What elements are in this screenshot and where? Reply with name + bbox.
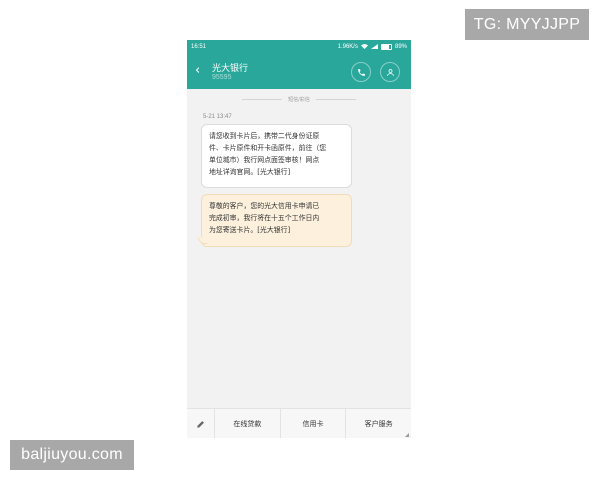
message-line: 单位城市）我行网点面签审核！网点 — [209, 156, 320, 164]
message-timestamp: 5-21 13:47 — [203, 114, 232, 120]
chevron-left-icon[interactable]: ‹ — [195, 63, 200, 78]
message-line: 完成初审，我行将在十五个工作日内 — [209, 214, 320, 222]
divider-label: 短信/彩信 — [288, 96, 310, 103]
conversation-header: ‹ 光大银行 95595 — [187, 53, 411, 89]
status-bar: 16:51 1.96K/s 89% — [187, 40, 411, 53]
divider-line-left — [242, 98, 283, 100]
message-line: 地址详询官网。[光大银行] — [209, 168, 291, 176]
contact-number: 95595 — [212, 74, 232, 81]
battery-icon — [380, 43, 392, 50]
message-bubble-highlighted[interactable]: 尊敬的客户，您的光大信用卡申请已 完成初审，我行将在十五个工作日内 为您寄送卡片… — [197, 194, 352, 247]
message-line: 件、卡片原件和开卡函原件，前往（您 — [209, 144, 327, 152]
bottom-menu: 在线贷款 信用卡 客户服务 — [187, 408, 411, 438]
menu-online-loan[interactable]: 在线贷款 — [215, 409, 281, 438]
menu-customer-service[interactable]: 客户服务 — [346, 409, 411, 438]
bubble-tail — [197, 237, 208, 244]
submenu-indicator-icon — [405, 433, 410, 437]
signal-icon — [370, 44, 378, 49]
call-button[interactable] — [351, 62, 371, 82]
contact-details-button[interactable] — [380, 62, 400, 82]
divider-line-right — [315, 98, 356, 100]
menu-customer-service-label: 客户服务 — [364, 420, 393, 428]
message-line: 尊敬的客户，您的光大信用卡申请已 — [209, 202, 320, 210]
battery-level: 89% — [394, 43, 407, 50]
message-bubble[interactable]: 请您收到卡片后，携带二代身份证原 件、卡片原件和开卡函原件，前往（您 单位城市）… — [201, 124, 352, 188]
wifi-icon — [360, 44, 368, 49]
compose-button[interactable] — [187, 409, 215, 438]
menu-credit-card[interactable]: 信用卡 — [281, 409, 347, 438]
watermark-bottom: baljiuyou.com — [10, 440, 134, 470]
pencil-icon — [196, 421, 204, 428]
phone-icon — [357, 68, 365, 76]
contact-name: 光大银行 — [212, 64, 249, 74]
phone-screen: 16:51 1.96K/s 89% ‹ 光大银行 95595 短信/彩信 5-2… — [187, 40, 411, 438]
message-line: 为您寄送卡片。[光大银行] — [209, 226, 291, 234]
status-right: 1.96K/s 89% — [337, 43, 407, 50]
message-type-divider: 短信/彩信 — [187, 95, 411, 103]
network-speed: 1.96K/s — [337, 43, 358, 50]
watermark-top: TG: MYYJJPP — [465, 9, 589, 40]
message-line: 请您收到卡片后，携带二代身份证原 — [209, 132, 320, 140]
person-icon — [386, 68, 394, 76]
status-time: 16:51 — [191, 43, 207, 50]
